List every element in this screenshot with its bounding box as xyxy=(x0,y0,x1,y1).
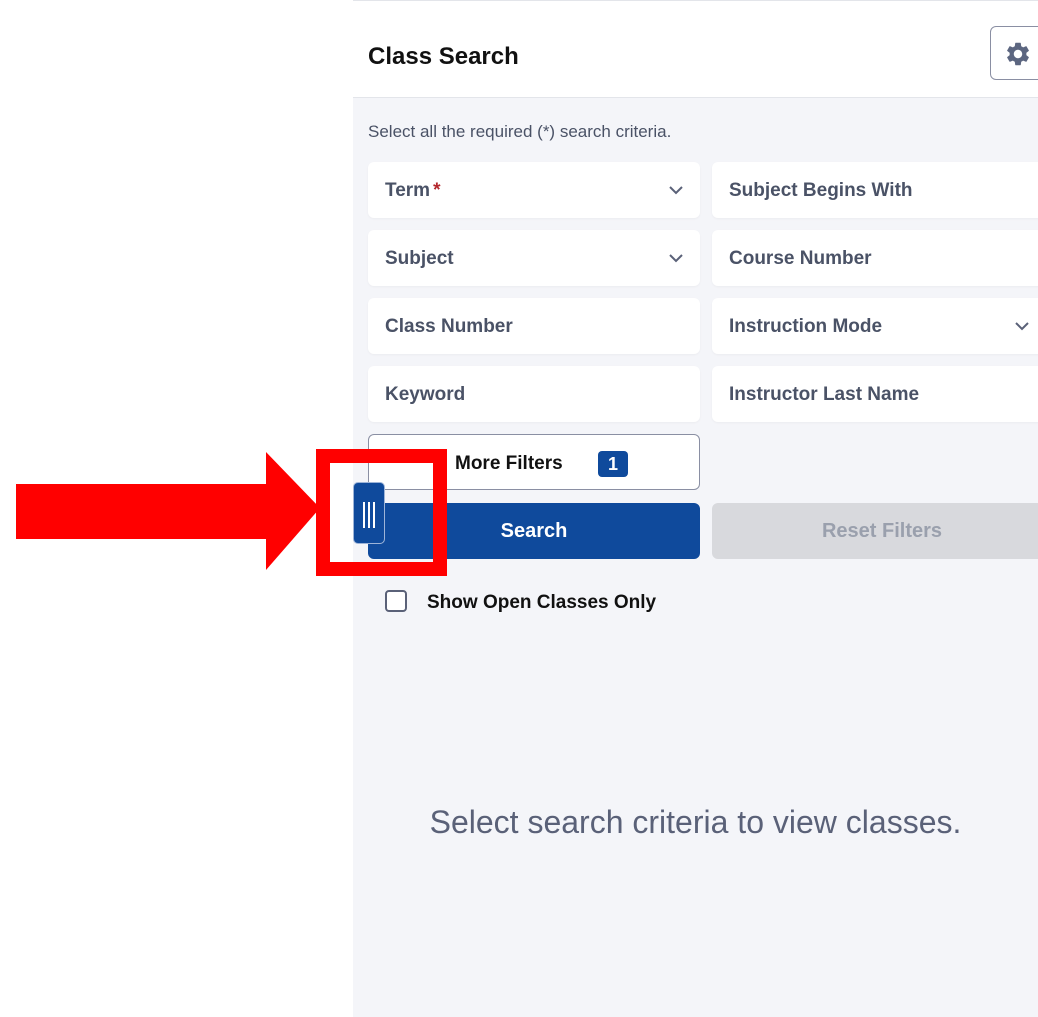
subject-label: Subject xyxy=(385,248,454,269)
open-classes-checkbox[interactable] xyxy=(385,590,407,612)
empty-results-message: Select search criteria to view classes. xyxy=(429,804,962,840)
required-marker: * xyxy=(433,180,441,201)
class-number-label: Class Number xyxy=(385,316,513,337)
class-number-field[interactable]: Class Number xyxy=(368,298,700,354)
instructor-last-name-label: Instructor Last Name xyxy=(729,384,920,405)
term-dropdown[interactable]: Term * xyxy=(368,162,700,218)
keyword-field[interactable]: Keyword xyxy=(368,366,700,422)
keyword-label: Keyword xyxy=(385,384,466,405)
class-search-panel: Class Search Select all the required (*)… xyxy=(353,0,1038,1017)
chevron-down-icon xyxy=(669,254,683,263)
subject-begins-with-label: Subject Begins With xyxy=(729,180,913,201)
annotation-arrow-icon xyxy=(16,452,320,570)
course-number-field[interactable]: Course Number xyxy=(712,230,1038,286)
instruction-mode-dropdown[interactable]: Instruction Mode xyxy=(712,298,1038,354)
instruction-mode-label: Instruction Mode xyxy=(729,316,883,337)
filter-count-badge: 1 xyxy=(598,451,628,477)
chevron-down-icon xyxy=(669,186,683,195)
chevron-down-icon xyxy=(1015,322,1029,331)
term-label: Term * xyxy=(385,180,441,201)
panel-header: Class Search xyxy=(353,0,1038,98)
settings-button[interactable] xyxy=(990,26,1038,80)
course-number-label: Course Number xyxy=(729,248,872,269)
instructions-text: Select all the required (*) search crite… xyxy=(368,122,672,141)
instructor-last-name-field[interactable]: Instructor Last Name xyxy=(712,366,1038,422)
more-filters-label: More Filters xyxy=(455,453,563,474)
subject-dropdown[interactable]: Subject xyxy=(368,230,700,286)
annotation-highlight-box xyxy=(316,449,447,576)
subject-begins-with-field[interactable]: Subject Begins With xyxy=(712,162,1038,218)
gear-icon xyxy=(1007,42,1029,66)
reset-filters-button[interactable]: Reset Filters xyxy=(712,503,1038,559)
open-classes-label[interactable]: Show Open Classes Only xyxy=(427,592,656,614)
page-title: Class Search xyxy=(368,43,519,70)
